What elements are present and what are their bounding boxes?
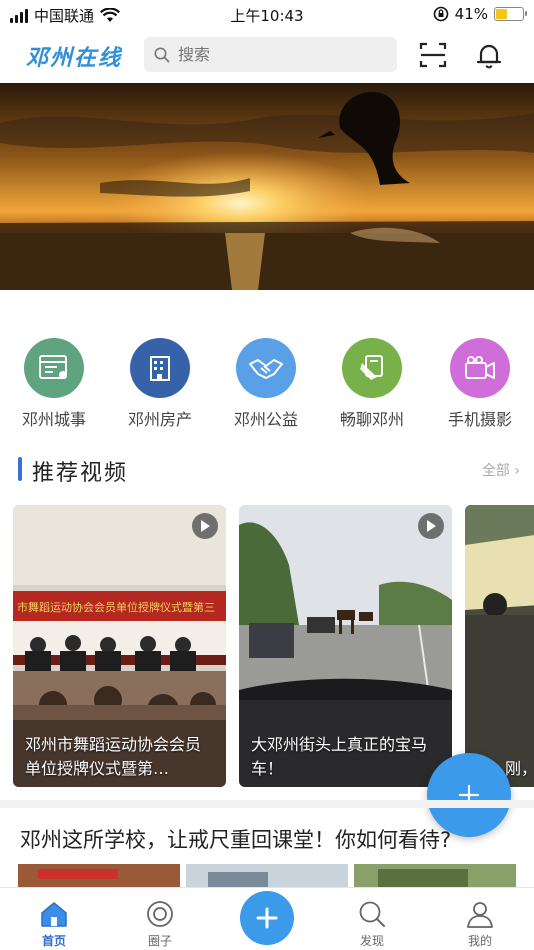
category-real-estate[interactable]: 邓州房产 bbox=[110, 338, 210, 430]
search-icon bbox=[154, 47, 170, 62]
article-thumbnails[interactable] bbox=[18, 864, 516, 889]
profile-icon bbox=[467, 902, 493, 928]
category-label: 畅聊邓州 bbox=[339, 410, 404, 429]
battery-icon bbox=[494, 7, 527, 21]
video-caption: 大邓州街头上真正的宝马车！ bbox=[251, 735, 428, 778]
search-bar[interactable] bbox=[144, 37, 397, 72]
video-card[interactable]: 市舞蹈运动协会会员单位授牌仪式暨第三 邓州市舞蹈运动协会会员单位授牌仪式暨第… bbox=[13, 505, 226, 787]
section-title: 推荐视频 bbox=[32, 461, 129, 486]
status-bar: 中国联通 上午10:43 41% bbox=[0, 0, 534, 30]
bell-icon[interactable] bbox=[474, 40, 504, 70]
post-add-button[interactable] bbox=[240, 891, 294, 945]
category-row: 邓州城事 邓州房产 邓州公益 畅聊邓州 手机摄影 bbox=[0, 338, 534, 433]
circle-icon bbox=[147, 901, 173, 927]
category-city-news[interactable]: 邓州城事 bbox=[4, 338, 104, 430]
category-photography[interactable]: 手机摄影 bbox=[430, 338, 530, 430]
svg-text:市舞蹈运动协会会员单位授牌仪式暨第三: 市舞蹈运动协会会员单位授牌仪式暨第三 bbox=[17, 600, 215, 614]
category-label: 邓州房产 bbox=[127, 410, 192, 429]
video-section-header: 推荐视频 全部 › bbox=[0, 452, 534, 486]
section-accent-bar bbox=[18, 457, 22, 481]
tab-profile[interactable]: 我的 bbox=[440, 898, 520, 949]
article-thumbnail-images bbox=[18, 864, 516, 889]
banner-carousel[interactable] bbox=[0, 83, 534, 290]
rotation-lock-icon bbox=[433, 6, 448, 22]
category-label: 邓州城事 bbox=[21, 410, 86, 429]
category-label: 邓州公益 bbox=[233, 410, 298, 429]
see-all-link[interactable]: 全部 › bbox=[482, 460, 520, 480]
category-chat[interactable]: 畅聊邓州 bbox=[322, 338, 422, 430]
play-icon[interactable] bbox=[418, 513, 444, 539]
video-caption: 刚， bbox=[505, 759, 534, 778]
chat-icon bbox=[342, 338, 402, 398]
video-caption: 邓州市舞蹈运动协会会员单位授牌仪式暨第… bbox=[25, 735, 202, 778]
video-card[interactable]: 刚， bbox=[465, 505, 534, 787]
building-icon bbox=[130, 338, 190, 398]
home-icon bbox=[41, 902, 67, 927]
handshake-icon bbox=[236, 338, 296, 398]
newspaper-icon bbox=[24, 338, 84, 398]
category-label: 手机摄影 bbox=[447, 410, 512, 429]
plus-icon bbox=[256, 907, 278, 929]
status-right: 41% bbox=[433, 5, 527, 23]
tab-home[interactable]: 首页 bbox=[14, 898, 94, 949]
tab-label: 圈子 bbox=[147, 934, 172, 948]
tab-label: 我的 bbox=[467, 934, 492, 948]
app-logo: 邓州在线 bbox=[26, 46, 123, 71]
section-divider bbox=[0, 800, 534, 808]
battery-percent: 41% bbox=[454, 5, 488, 23]
article-title[interactable]: 邓州这所学校，让戒尺重回课堂！你如何看待? bbox=[20, 824, 451, 854]
tab-label: 发现 bbox=[359, 934, 384, 948]
tab-label: 首页 bbox=[41, 934, 66, 948]
camera-icon bbox=[450, 338, 510, 398]
search-input[interactable] bbox=[178, 45, 378, 64]
video-thumbnail bbox=[465, 505, 534, 787]
video-card[interactable]: 大邓州街头上真正的宝马车！ bbox=[239, 505, 452, 787]
scan-icon[interactable] bbox=[418, 40, 448, 70]
header: 邓州在线 bbox=[0, 30, 534, 80]
discover-search-icon bbox=[359, 901, 385, 927]
banner-image bbox=[0, 83, 534, 290]
video-carousel[interactable]: 市舞蹈运动协会会员单位授牌仪式暨第三 邓州市舞蹈运动协会会员单位授牌仪式暨第… bbox=[0, 505, 534, 787]
category-charity[interactable]: 邓州公益 bbox=[216, 338, 316, 430]
play-icon[interactable] bbox=[192, 513, 218, 539]
tab-circle[interactable]: 圈子 bbox=[120, 898, 200, 949]
tab-discover[interactable]: 发现 bbox=[332, 898, 412, 949]
